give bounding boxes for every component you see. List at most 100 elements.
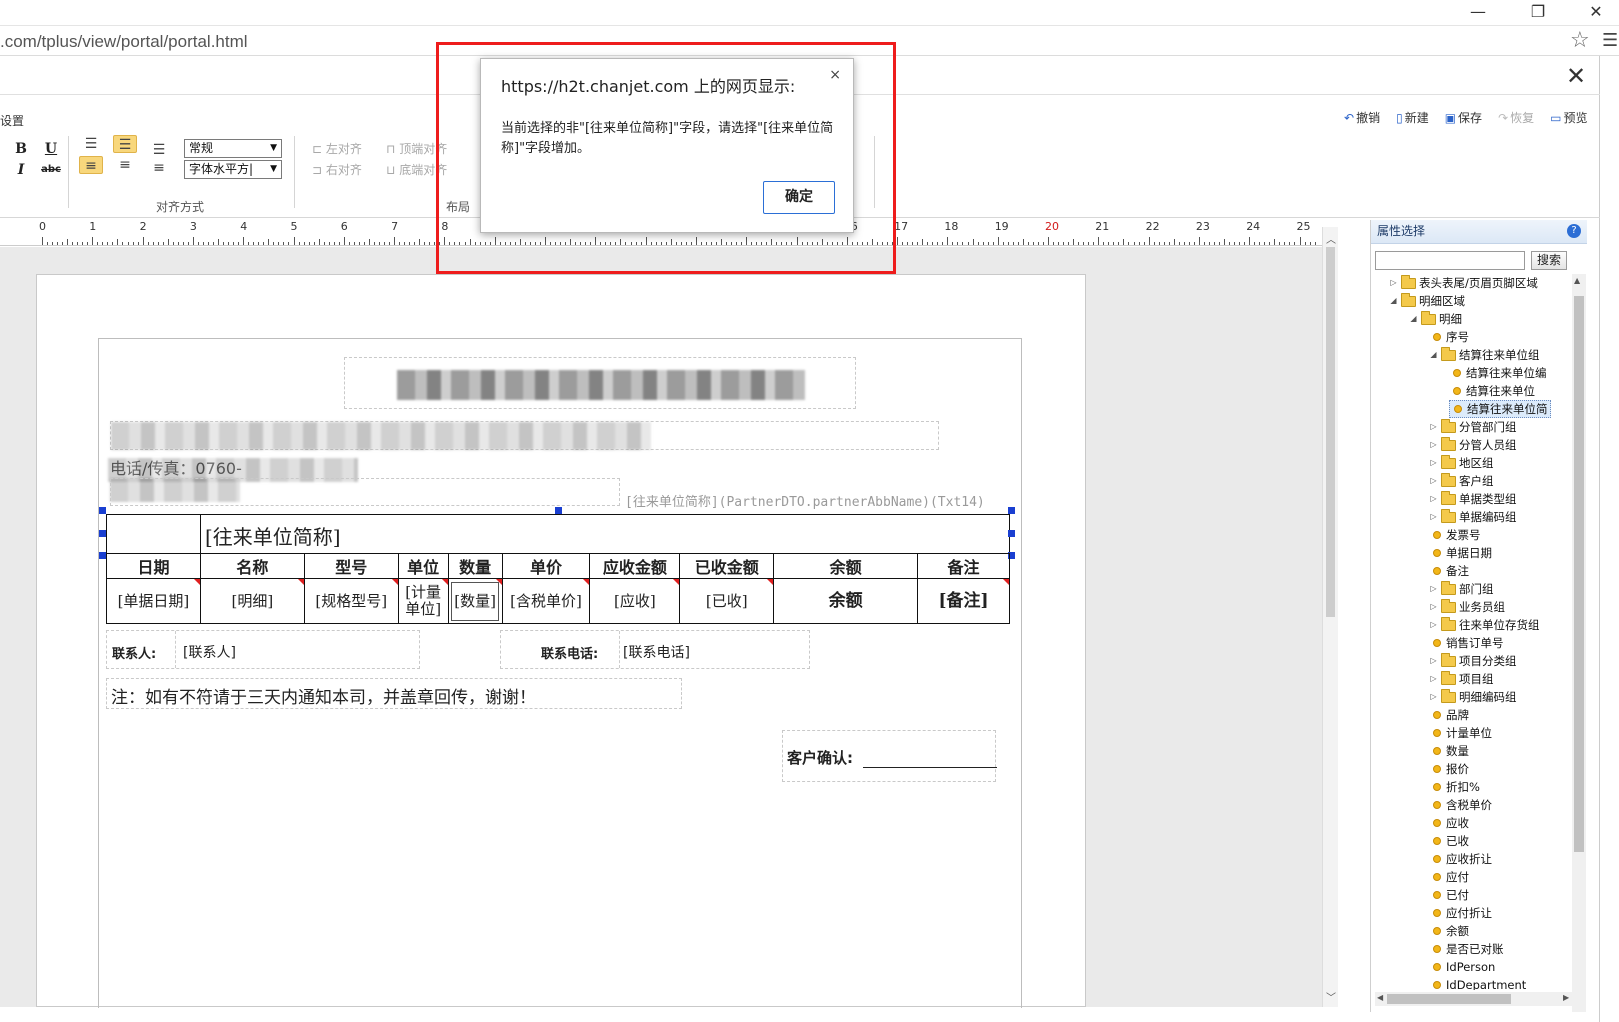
scroll-up-icon[interactable]: ▲ bbox=[1574, 276, 1580, 285]
tree-field-node[interactable]: 是否已对账 bbox=[1429, 940, 1504, 958]
toolbar-preview-button[interactable]: ▭ 预览 bbox=[1544, 109, 1593, 126]
scroll-thumb[interactable] bbox=[1387, 994, 1511, 1004]
toolbar-new-doc-button[interactable]: ▯ 新建 bbox=[1390, 109, 1435, 126]
resize-handle[interactable] bbox=[99, 530, 106, 537]
header-price[interactable]: 单价 bbox=[501, 553, 591, 579]
layout-right-align-button[interactable]: ⊐ 右对齐 bbox=[312, 161, 362, 178]
tree-field-node[interactable]: 品牌 bbox=[1429, 706, 1469, 724]
toolbar-undo-button[interactable]: ↶ 撤销 bbox=[1338, 109, 1386, 126]
tree-field-node[interactable]: 折扣% bbox=[1429, 778, 1480, 796]
italic-button[interactable]: I bbox=[11, 160, 31, 180]
tree-folder-node[interactable]: ▷ 分管人员组 bbox=[1429, 436, 1517, 454]
resize-handle[interactable] bbox=[99, 552, 106, 559]
expand-icon[interactable]: ▷ bbox=[1429, 472, 1438, 490]
resize-handle[interactable] bbox=[1008, 507, 1015, 514]
header-remark[interactable]: 备注 bbox=[917, 553, 1010, 579]
strikethrough-button[interactable]: abc bbox=[38, 160, 64, 180]
bookmark-star-icon[interactable]: ☆ bbox=[1570, 28, 1590, 53]
expand-icon[interactable]: ▷ bbox=[1429, 508, 1438, 526]
expand-icon[interactable]: ▷ bbox=[1429, 436, 1438, 454]
expand-icon[interactable]: ▷ bbox=[1429, 688, 1438, 706]
tree-folder-node[interactable]: ▷ 往来单位存货组 bbox=[1429, 616, 1540, 634]
tree-field-node[interactable]: IdPerson bbox=[1429, 958, 1495, 976]
tree-folder-node[interactable]: ◢ 明细 bbox=[1409, 310, 1462, 328]
tree-vscroll[interactable]: ▲ ▼ bbox=[1572, 274, 1586, 1012]
collapse-icon[interactable]: ◢ bbox=[1409, 310, 1418, 328]
align-bottom-icon[interactable]: ☰ bbox=[147, 141, 171, 159]
collapse-icon[interactable]: ◢ bbox=[1389, 292, 1398, 310]
align-center-icon[interactable]: ≡ bbox=[113, 156, 137, 174]
canvas-scrollbar[interactable]: ︿ ﹀ bbox=[1322, 227, 1338, 1007]
align-left-icon[interactable]: ≡ bbox=[79, 156, 103, 174]
window-close-button[interactable]: ✕ bbox=[1573, 0, 1619, 26]
tree-field-node[interactable]: 数量 bbox=[1429, 742, 1469, 760]
restore-button[interactable]: ❐ bbox=[1515, 0, 1561, 26]
tab-settings[interactable]: 设置 bbox=[0, 112, 24, 129]
tree-hscroll[interactable]: ◀ ▶ bbox=[1375, 992, 1573, 1006]
tree-folder-node[interactable]: ▷ 单据类型组 bbox=[1429, 490, 1517, 508]
tree-folder-node[interactable]: ▷ 业务员组 bbox=[1429, 598, 1505, 616]
partner-row[interactable]: [往来单位简称] bbox=[106, 514, 1010, 554]
layout-left-align-button[interactable]: ⊏ 左对齐 bbox=[312, 140, 362, 157]
header-model[interactable]: 型号 bbox=[303, 553, 399, 579]
tree-field-node[interactable]: 销售订单号 bbox=[1429, 634, 1504, 652]
scroll-thumb[interactable] bbox=[1326, 247, 1335, 617]
tree-field-node[interactable]: 序号 bbox=[1429, 328, 1469, 346]
tree-field-node[interactable]: 已付 bbox=[1429, 886, 1469, 904]
tree-field-node[interactable]: 应收 bbox=[1429, 814, 1469, 832]
contact-phone-box[interactable]: 联系电话: [联系电话] bbox=[500, 630, 810, 669]
tree-field-node[interactable]: 单据日期 bbox=[1429, 544, 1492, 562]
tree-folder-node[interactable]: ▷ 分管部门组 bbox=[1429, 418, 1517, 436]
tree-field-node[interactable]: IdDepartment bbox=[1429, 976, 1526, 990]
contact-person-box[interactable]: 联系人: [联系人] bbox=[106, 630, 420, 669]
align-right-icon[interactable]: ≡ bbox=[147, 159, 171, 177]
underline-button[interactable]: U bbox=[41, 139, 61, 159]
search-button[interactable]: 搜索 bbox=[1531, 251, 1567, 270]
property-search-input[interactable] bbox=[1375, 251, 1525, 270]
tree-field-node[interactable]: 备注 bbox=[1429, 562, 1469, 580]
header-unit[interactable]: 单位 bbox=[397, 553, 449, 579]
expand-icon[interactable]: ▷ bbox=[1429, 454, 1438, 472]
ok-button[interactable]: 确定 bbox=[763, 181, 835, 214]
tree-folder-node[interactable]: ▷ 地区组 bbox=[1429, 454, 1494, 472]
toolbar-redo-button[interactable]: ↷ 恢复 bbox=[1492, 109, 1540, 126]
collapse-icon[interactable]: ◢ bbox=[1429, 346, 1438, 364]
tree-folder-node[interactable]: ▷ 项目分类组 bbox=[1429, 652, 1517, 670]
tree-field-node[interactable]: 结算往来单位 bbox=[1449, 382, 1535, 400]
header-balance[interactable]: 余额 bbox=[773, 553, 919, 579]
expand-icon[interactable]: ▷ bbox=[1429, 490, 1438, 508]
minimize-button[interactable]: — bbox=[1455, 0, 1501, 26]
help-icon[interactable]: ? bbox=[1567, 224, 1581, 238]
cell-tax-price[interactable]: [含税单价] bbox=[501, 578, 591, 624]
customer-confirm-box[interactable]: 客户确认: bbox=[782, 730, 997, 782]
header-date[interactable]: 日期 bbox=[106, 553, 201, 579]
browser-menu-icon[interactable]: ☰ bbox=[1602, 30, 1618, 51]
scroll-down-icon[interactable]: ﹀ bbox=[1326, 989, 1336, 1004]
expand-icon[interactable]: ▷ bbox=[1429, 670, 1438, 688]
tree-folder-node[interactable]: ▷ 客户组 bbox=[1429, 472, 1494, 490]
expand-icon[interactable]: ▷ bbox=[1389, 274, 1398, 292]
tree-field-node[interactable]: 含税单价 bbox=[1429, 796, 1492, 814]
cell-doc-date[interactable]: [单据日期] bbox=[106, 578, 201, 624]
font-style-select[interactable]: 常规 bbox=[184, 139, 282, 158]
cell-remark[interactable]: [备注] bbox=[917, 578, 1010, 624]
expand-icon[interactable]: ▷ bbox=[1429, 418, 1438, 436]
tree-field-node[interactable]: 发票号 bbox=[1429, 526, 1481, 544]
scroll-right-icon[interactable]: ▶ bbox=[1563, 993, 1569, 1002]
tree-field-node[interactable]: 结算往来单位简 bbox=[1449, 400, 1551, 418]
scroll-thumb[interactable] bbox=[1574, 296, 1584, 852]
app-close-button[interactable]: ✕ bbox=[1566, 64, 1586, 88]
toolbar-save-button[interactable]: ▣ 保存 bbox=[1439, 109, 1488, 126]
cell-spec[interactable]: [规格型号] bbox=[303, 578, 399, 624]
cell-detail[interactable]: [明细] bbox=[199, 578, 305, 624]
tree-folder-node[interactable]: ▷ 明细编码组 bbox=[1429, 688, 1517, 706]
tree-field-node[interactable]: 应收折让 bbox=[1429, 850, 1492, 868]
expand-icon[interactable]: ▷ bbox=[1429, 598, 1438, 616]
tree-field-node[interactable]: 结算往来单位编 bbox=[1449, 364, 1547, 382]
cell-receivable[interactable]: [应收] bbox=[589, 578, 681, 624]
bold-button[interactable]: B bbox=[11, 139, 31, 159]
contact-box[interactable] bbox=[110, 478, 620, 506]
cell-unit[interactable]: [计量单位] bbox=[397, 578, 449, 624]
expand-icon[interactable]: ▷ bbox=[1429, 616, 1438, 634]
tree-field-node[interactable]: 报价 bbox=[1429, 760, 1469, 778]
